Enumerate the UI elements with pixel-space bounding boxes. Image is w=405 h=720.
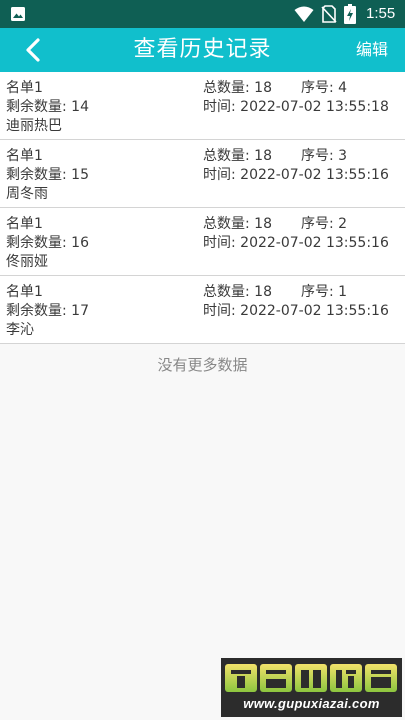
no-more-data-text: 没有更多数据 — [157, 356, 248, 374]
status-bar: 1:55 — [0, 0, 405, 28]
battery-charging-icon — [344, 4, 356, 24]
wifi-icon — [294, 6, 314, 22]
history-record-list: 名单1 总数量: 18 序号: 4 剩余数量: 14 时间: 2022-07-0… — [0, 72, 405, 344]
record-item[interactable]: 名单1 总数量: 18 序号: 4 剩余数量: 14 时间: 2022-07-0… — [0, 72, 405, 140]
record-list-name: 名单1 — [6, 284, 43, 300]
record-sequence-number: 序号: 3 — [301, 148, 348, 164]
record-total-count: 总数量: 18 — [203, 216, 272, 232]
record-time: 时间: 2022-07-02 13:55:16 — [203, 167, 389, 183]
record-sequence-number: 序号: 1 — [301, 284, 348, 300]
record-time: 时间: 2022-07-02 13:55:16 — [203, 303, 389, 319]
record-remaining-count: 剩余数量: 14 — [6, 99, 89, 115]
image-icon — [11, 7, 25, 21]
record-person-name: 李沁 — [6, 322, 34, 338]
record-item[interactable]: 名单1 总数量: 18 序号: 3 剩余数量: 15 时间: 2022-07-0… — [0, 140, 405, 208]
watermark-logo — [225, 664, 397, 692]
watermark-url: www.gupuxiazai.com — [243, 696, 380, 711]
record-person-name: 周冬雨 — [6, 186, 48, 202]
record-person-name: 迪丽热巴 — [6, 118, 62, 134]
record-remaining-count: 剩余数量: 17 — [6, 303, 89, 319]
watermark: www.gupuxiazai.com — [221, 658, 402, 717]
page-title: 查看历史记录 — [133, 37, 272, 62]
record-sequence-number: 序号: 4 — [301, 80, 348, 96]
record-remaining-count: 剩余数量: 16 — [6, 235, 89, 251]
record-list-name: 名单1 — [6, 216, 43, 232]
status-time: 1:55 — [366, 5, 396, 22]
record-total-count: 总数量: 18 — [203, 284, 272, 300]
record-time: 时间: 2022-07-02 13:55:18 — [203, 99, 389, 115]
no-sim-icon — [321, 5, 337, 23]
record-total-count: 总数量: 18 — [203, 80, 272, 96]
record-list-name: 名单1 — [6, 80, 43, 96]
record-remaining-count: 剩余数量: 15 — [6, 167, 89, 183]
app-bar: 查看历史记录 编辑 — [0, 28, 405, 72]
record-sequence-number: 序号: 2 — [301, 216, 348, 232]
record-list-name: 名单1 — [6, 148, 43, 164]
record-time: 时间: 2022-07-02 13:55:16 — [203, 235, 389, 251]
edit-button[interactable]: 编辑 — [356, 40, 388, 60]
record-item[interactable]: 名单1 总数量: 18 序号: 2 剩余数量: 16 时间: 2022-07-0… — [0, 208, 405, 276]
record-total-count: 总数量: 18 — [203, 148, 272, 164]
record-item[interactable]: 名单1 总数量: 18 序号: 1 剩余数量: 17 时间: 2022-07-0… — [0, 276, 405, 344]
record-person-name: 佟丽娅 — [6, 254, 48, 270]
